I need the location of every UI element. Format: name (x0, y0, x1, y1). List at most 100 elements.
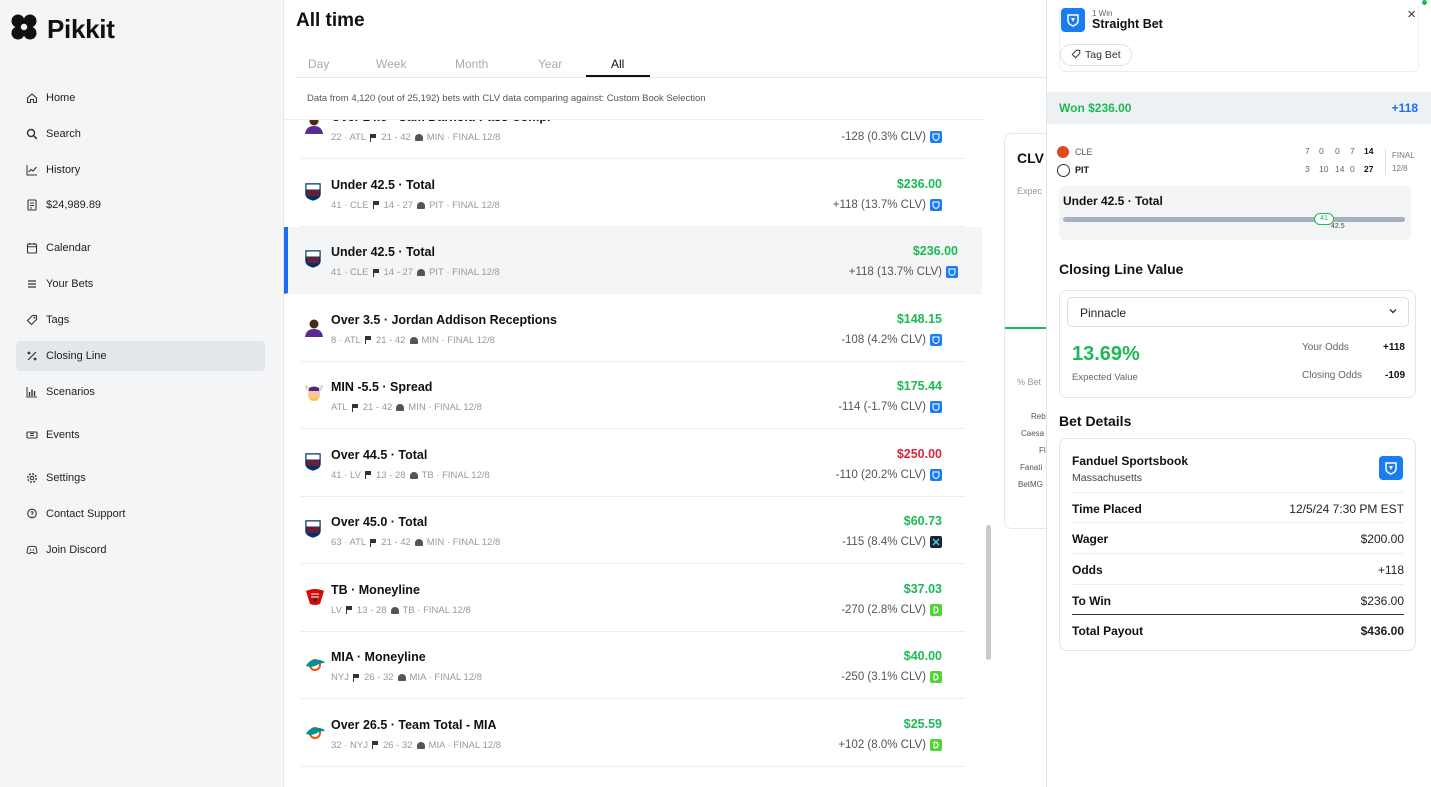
browns-logo-icon (1057, 146, 1069, 158)
sidebar-item-label: $24,989.89 (46, 199, 102, 211)
bet-row[interactable]: Under 42.5 · Total 41 · CLE 14 - 27 PIT · F… (284, 227, 982, 294)
closing-odds-value: -109 (1384, 370, 1405, 381)
fanduel-icon (930, 468, 942, 481)
bet-clv: -250 (3.1% CLV) (841, 671, 942, 683)
sidebar-item-search[interactable]: Search (16, 119, 265, 149)
clv-text: -114 (-1.7% CLV) (838, 401, 926, 413)
close-icon[interactable]: × (1407, 6, 1416, 23)
book-select-value: Pinnacle (1080, 306, 1127, 320)
logo[interactable]: Pikkit (9, 12, 115, 47)
game-score: 14 - 27 (383, 267, 414, 278)
game-home: TB · FINAL 12/8 (421, 469, 490, 481)
fanduel-icon (930, 401, 942, 413)
tab-year[interactable]: Year (538, 57, 562, 71)
bet-row[interactable]: Under 42.5 · Total 41 · CLE 14 - 27 PIT · F… (300, 160, 965, 227)
bet-game-info: NYJ 26 - 32 MIA · FINAL 12/8 (331, 672, 482, 683)
panel-title: Straight Bet (1092, 17, 1163, 31)
clv-card: Pinnacle 13.69% Expected Value Your Odds… (1059, 290, 1416, 398)
team-flag-icon (370, 538, 377, 547)
bet-row[interactable]: MIA · Moneyline NYJ 26 - 32 MIA · FINAL 12/… (300, 632, 965, 699)
bet-clv: +118 (13.7% CLV) (833, 198, 942, 211)
line-slider-track (1063, 217, 1405, 222)
sidebar-item-events[interactable]: Events (16, 420, 265, 450)
tab-day[interactable]: Day (308, 57, 329, 71)
bet-game-info: LV 13 - 28 TB · FINAL 12/8 (331, 605, 471, 616)
clv-chart-subtitle: Expec (1017, 186, 1043, 196)
sidebar-item-history[interactable]: History (16, 155, 265, 185)
sidebar-item-label: Search (46, 128, 81, 140)
bet-title: Over 3.5 · Jordan Addison Receptions (331, 312, 557, 327)
book-select[interactable]: Pinnacle (1067, 297, 1409, 327)
sidebar-item-settings[interactable]: Settings (16, 463, 265, 493)
clv-chart-line (1005, 327, 1046, 329)
detail-key: To Win (1072, 594, 1111, 608)
discord-icon (26, 544, 38, 556)
score-total: 27 (1364, 164, 1374, 174)
sidebar-item-balance[interactable]: $24,989.89 (16, 190, 265, 220)
bet-title: Under 42.5 · Total (331, 177, 435, 192)
bet-amount: $148.15 (896, 311, 942, 326)
bet-details-title: Bet Details (1059, 413, 1132, 429)
player-avatar-icon (304, 317, 323, 337)
bet-row[interactable]: Over 3.5 · Jordan Addison Receptions 8 · … (300, 295, 965, 362)
your-odds-label: Your Odds (1302, 342, 1349, 353)
nfl-logo-icon (304, 519, 322, 539)
tag-bet-label: Tag Bet (1085, 49, 1121, 61)
bet-game-info: 22 · ATL 21 - 42 MIN · FINAL 12/8 (331, 132, 500, 143)
sidebar-item-calendar[interactable]: Calendar (16, 233, 265, 263)
main-content: All time Day Week Month Year All Data fr… (284, 0, 1046, 787)
score-q1: 7 (1305, 146, 1310, 156)
sidebar-item-your-bets[interactable]: Your Bets (16, 269, 265, 299)
sidebar-item-closing-line[interactable]: Closing Line (16, 341, 265, 371)
team-helmet-icon (396, 404, 405, 411)
wallet-icon (26, 199, 38, 211)
bet-game-info: 41 · CLE 14 - 27 PIT · FINAL 12/8 (331, 267, 500, 278)
game-home: PIT · FINAL 12/8 (429, 199, 500, 211)
team-helmet-icon (414, 134, 423, 141)
fanduel-icon (930, 198, 942, 211)
sidebar-item-scenarios[interactable]: Scenarios (16, 377, 265, 407)
game-home: PIT · FINAL 12/8 (429, 267, 500, 278)
game-home: MIA · FINAL 12/8 (428, 739, 502, 751)
team-helmet-icon (417, 269, 426, 276)
scrollbar-track[interactable] (984, 119, 994, 787)
sidebar-item-home[interactable]: Home (16, 83, 265, 113)
bet-title: MIN -5.5 · Spread (331, 380, 433, 394)
game-home: MIN · FINAL 12/8 (408, 402, 482, 413)
bet-clv: -128 (0.3% CLV) (841, 131, 942, 143)
bet-row[interactable]: Over 26.5 · Team Total - MIA 32 · NYJ 26 -… (300, 700, 965, 767)
detail-value: $436.00 (1360, 624, 1404, 638)
sidebar-item-join-discord[interactable]: Join Discord (16, 535, 265, 565)
tag-icon (26, 314, 38, 326)
bet-row[interactable]: Over 44.5 · Total 41 · LV 13 - 28 TB · FINA… (300, 430, 965, 497)
fanduel-icon (946, 266, 958, 278)
bet-game-info: 41 · CLE 14 - 27 PIT · FINAL 12/8 (331, 200, 500, 211)
bet-clv: -270 (2.8% CLV) (841, 603, 942, 616)
bet-amount: $60.73 (903, 514, 942, 528)
sidebar-item-label: History (46, 164, 81, 176)
tab-week[interactable]: Week (376, 57, 406, 71)
result-label: Won $236.00 (1059, 101, 1132, 115)
game-away: ATL (331, 402, 348, 413)
sidebar-item-label: Tags (46, 314, 70, 326)
scrollbar-thumb[interactable] (986, 525, 991, 660)
game-score: 26 - 32 (363, 672, 394, 683)
detail-row-time-placed: Time Placed 12/5/24 7:30 PM EST (1072, 492, 1404, 522)
bet-row[interactable]: TB · Moneyline LV 13 - 28 TB · FINAL 12/8 $3… (300, 565, 965, 632)
game-home: MIN · FINAL 12/8 (426, 132, 501, 143)
bet-row[interactable]: Over 45.0 · Total 63 · ATL 21 - 42 MIN · FI… (300, 497, 965, 564)
panel-header: 1 Win Straight Bet Tag Bet (1059, 6, 1419, 72)
team-flag-icon (351, 403, 359, 412)
score-total: 14 (1364, 146, 1374, 156)
sidebar-item-label: Events (46, 429, 80, 441)
bet-row[interactable]: Over 24.5 · Sam Darnold Pass Comp. 22 · A… (300, 120, 965, 159)
sidebar-item-tags[interactable]: Tags (16, 305, 265, 335)
fanduel-icon (930, 333, 942, 346)
tag-bet-button[interactable]: Tag Bet (1060, 44, 1132, 66)
sidebar-item-contact-support[interactable]: Contact Support (16, 499, 265, 529)
vikings-logo-icon (304, 384, 323, 404)
tab-all[interactable]: All (611, 57, 624, 71)
clv-text: +118 (13.7% CLV) (848, 266, 942, 278)
tab-month[interactable]: Month (455, 57, 488, 71)
bet-row[interactable]: MIN -5.5 · Spread ATL 21 - 42 MIN · FINAL 1… (300, 362, 965, 429)
